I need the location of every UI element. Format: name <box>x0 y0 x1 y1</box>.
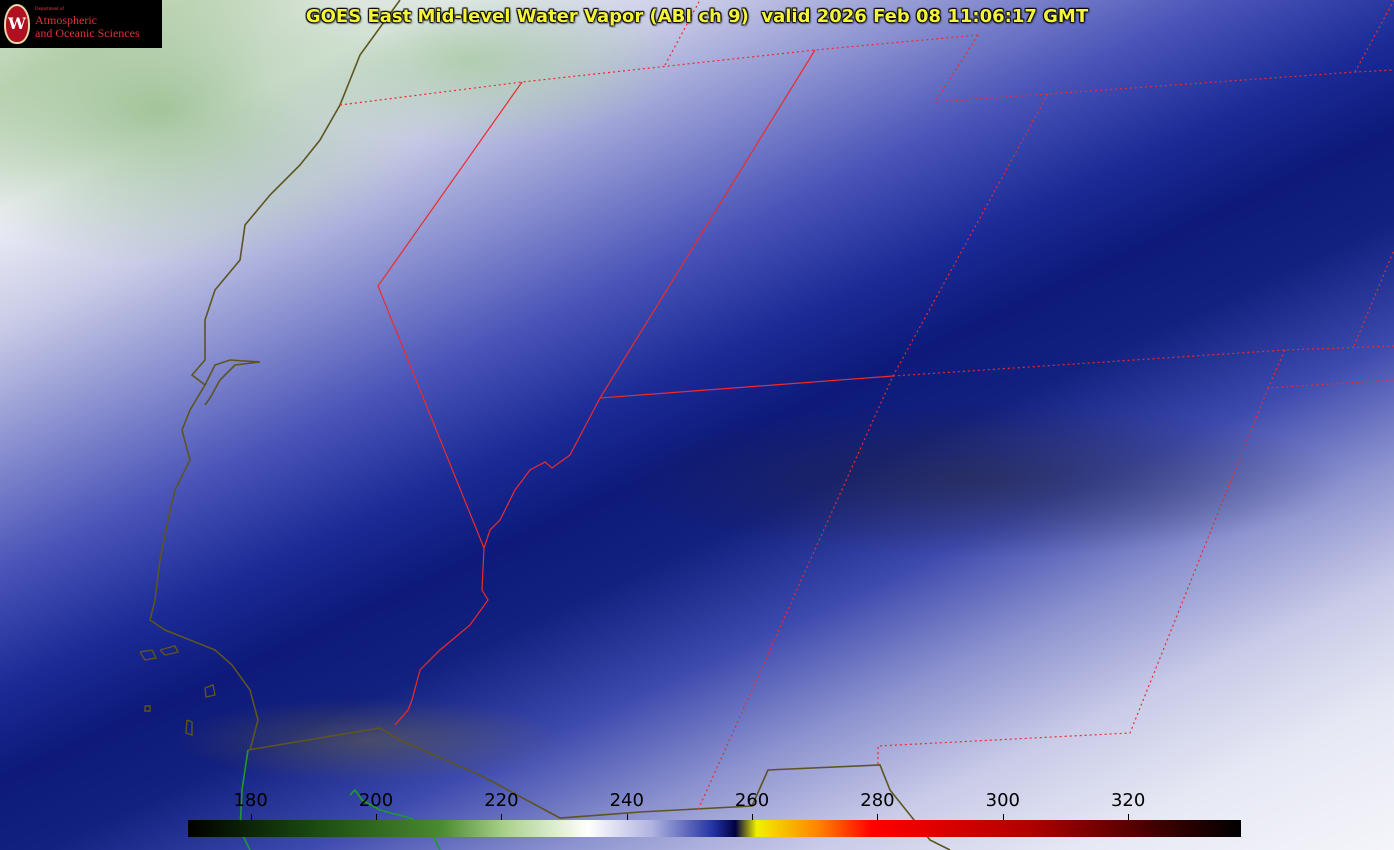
satellite-image: W Department of Atmospheric and Oceanic … <box>0 0 1394 850</box>
boundary-dotted-mid <box>892 345 1394 377</box>
boundary-dotted-east2 <box>1267 349 1394 389</box>
colorbar-tick-label: 180 <box>233 790 268 811</box>
boundary-dotted-north <box>339 34 979 106</box>
colorbar-tick-label: 300 <box>985 790 1020 811</box>
island-1 <box>139 649 158 661</box>
colorbar-tick-label: 200 <box>358 790 394 811</box>
boundary-dotted-east <box>1353 249 1394 347</box>
colorbar-tick-label: 280 <box>860 790 895 811</box>
boundary-solid-west <box>377 81 523 549</box>
colorbar-tick-label: 240 <box>609 790 644 811</box>
boundary-dotted-diag1 <box>697 93 1049 811</box>
boundary-solid-east <box>599 375 894 399</box>
boundary-dotted-diag2 <box>877 387 1269 765</box>
colorbar-tick-label: 220 <box>484 790 519 811</box>
colorbar <box>188 820 1241 837</box>
island-5 <box>144 705 151 712</box>
boundary-solid-river <box>483 49 816 549</box>
coastline <box>149 0 401 751</box>
coastline-inlet <box>204 359 261 406</box>
boundary-dotted-ne2 <box>933 34 1394 103</box>
island-2 <box>159 645 180 656</box>
image-title: GOES East Mid-level Water Vapor (ABI ch … <box>305 6 1089 27</box>
map-overlay <box>139 0 1394 850</box>
colorbar-tick-label: 260 <box>734 790 770 811</box>
island-3 <box>204 684 216 698</box>
colorbar-tick-label: 320 <box>1110 790 1146 811</box>
boundary-solid-river-south <box>394 547 489 726</box>
island-4 <box>185 719 193 736</box>
logo-line-2: and Oceanic Sciences <box>35 26 140 40</box>
